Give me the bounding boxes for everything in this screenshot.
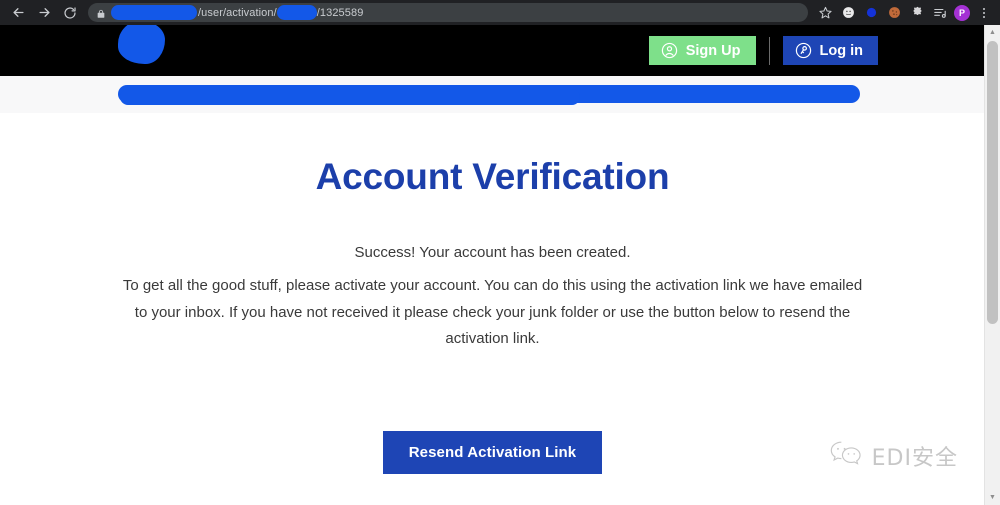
site-logo[interactable] bbox=[118, 25, 165, 64]
scroll-up-icon[interactable]: ▲ bbox=[985, 25, 1000, 40]
forward-icon[interactable] bbox=[32, 1, 56, 25]
back-icon[interactable] bbox=[6, 1, 30, 25]
success-message: Success! Your account has been created. bbox=[354, 244, 631, 262]
key-circle-icon bbox=[795, 42, 812, 59]
scrollbar-thumb[interactable] bbox=[987, 41, 998, 324]
url-host-redaction bbox=[111, 5, 197, 20]
extension-blue-icon[interactable] bbox=[862, 4, 880, 22]
navigation-buttons bbox=[0, 1, 82, 25]
profile-avatar[interactable]: P bbox=[954, 4, 970, 21]
reload-icon[interactable] bbox=[58, 1, 82, 25]
toolbar-actions: P bbox=[808, 4, 1000, 22]
page-viewport: Sign Up Log in Account Verification Succ… bbox=[0, 25, 985, 505]
extension-circle-icon[interactable] bbox=[839, 4, 857, 22]
extensions-puzzle-icon[interactable] bbox=[908, 4, 926, 22]
breadcrumb bbox=[0, 76, 985, 113]
main-content: Account Verification Success! Your accou… bbox=[0, 113, 985, 474]
url-text: /user/activation/ /1325589 bbox=[111, 5, 363, 20]
resend-activation-link-button[interactable]: Resend Activation Link bbox=[382, 430, 603, 474]
kebab-menu-icon[interactable] bbox=[975, 4, 993, 22]
url-suffix: /1325589 bbox=[316, 6, 364, 19]
vertical-scrollbar[interactable]: ▲ ▼ bbox=[984, 25, 1000, 505]
watermark-text: EDI安全 bbox=[871, 445, 958, 471]
address-bar[interactable]: /user/activation/ /1325589 bbox=[88, 3, 808, 22]
header-actions: Sign Up Log in bbox=[648, 25, 878, 76]
site-header: Sign Up Log in bbox=[0, 25, 985, 76]
instructions-text: To get all the good stuff, please activa… bbox=[122, 277, 863, 348]
url-token-redaction bbox=[276, 5, 317, 20]
sign-up-button[interactable]: Sign Up bbox=[648, 36, 756, 65]
bookmark-star-icon[interactable] bbox=[816, 4, 834, 22]
header-divider bbox=[768, 36, 770, 65]
scroll-down-icon[interactable]: ▼ bbox=[985, 490, 1000, 505]
log-in-label: Log in bbox=[819, 42, 864, 59]
cookie-icon[interactable] bbox=[885, 4, 903, 22]
log-in-button[interactable]: Log in bbox=[782, 36, 878, 65]
media-list-icon[interactable] bbox=[931, 4, 949, 22]
sign-up-label: Sign Up bbox=[685, 42, 741, 59]
watermark: EDI安全 bbox=[829, 439, 958, 472]
breadcrumb-redaction bbox=[118, 85, 860, 105]
lock-icon bbox=[96, 7, 106, 19]
browser-toolbar: /user/activation/ /1325589 P bbox=[0, 0, 1000, 25]
url-path: /user/activation/ bbox=[198, 6, 277, 19]
page-title: Account Verification bbox=[315, 156, 670, 197]
wechat-icon bbox=[829, 439, 863, 472]
user-circle-icon bbox=[661, 42, 678, 59]
